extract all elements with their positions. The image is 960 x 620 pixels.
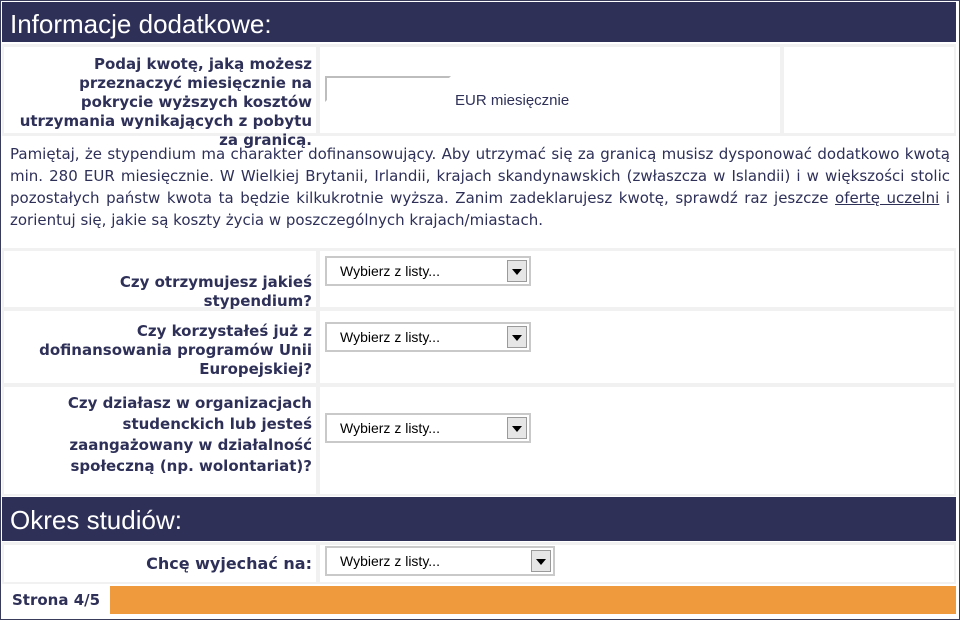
eu-funding-select-value: Wybierz z listy... [340, 329, 440, 345]
section-title: Okres studiów: [10, 505, 182, 535]
amount-unit-label: EUR miesięcznie [455, 92, 570, 109]
row-separator [4, 383, 954, 387]
student-organizations-question: Czy działasz w organizacjach studenckich… [67, 394, 312, 475]
amount-input[interactable] [325, 76, 451, 102]
page-indicator-text: Strona 4/5 [12, 591, 101, 609]
scholarship-question: Czy otrzymujesz jakieś stypendium? [119, 273, 312, 310]
amount-question: Podaj kwotę, jaką możesz przeznaczyć mie… [19, 55, 312, 149]
progress-bar: Strona 4/5 [2, 586, 956, 614]
section-header-additional-info: Informacje dodatkowe: [2, 2, 956, 42]
chevron-down-icon[interactable] [507, 417, 527, 439]
page-indicator: Strona 4/5 [2, 586, 110, 614]
scholarship-select-value: Wybierz z listy... [340, 263, 440, 279]
student-organizations-select[interactable]: Wybierz z listy... [325, 413, 531, 443]
chevron-down-icon[interactable] [507, 326, 527, 348]
eu-funding-select[interactable]: Wybierz z listy... [325, 322, 531, 352]
departure-label: Chcę wyjechać na: [146, 554, 312, 573]
section-header-study-period: Okres studiów: [2, 497, 956, 541]
questions-answer-column [320, 251, 954, 494]
chevron-down-icon[interactable] [531, 550, 551, 572]
departure-select-value: Wybierz z listy... [340, 553, 440, 569]
university-offer-link[interactable]: ofertę uczelni [835, 189, 939, 207]
amount-extra-cell [784, 47, 954, 133]
chevron-down-icon[interactable] [507, 260, 527, 282]
departure-select[interactable]: Wybierz z listy... [325, 546, 555, 576]
eu-funding-question: Czy korzystałeś już z dofinansowania pro… [39, 322, 312, 378]
section-title: Informacje dodatkowe: [10, 9, 272, 39]
scholarship-select[interactable]: Wybierz z listy... [325, 256, 531, 286]
student-organizations-select-value: Wybierz z listy... [340, 420, 440, 436]
info-text: Pamiętaj, że stypendium ma charakter dof… [10, 145, 950, 207]
info-paragraph: Pamiętaj, że stypendium ma charakter dof… [10, 143, 950, 231]
